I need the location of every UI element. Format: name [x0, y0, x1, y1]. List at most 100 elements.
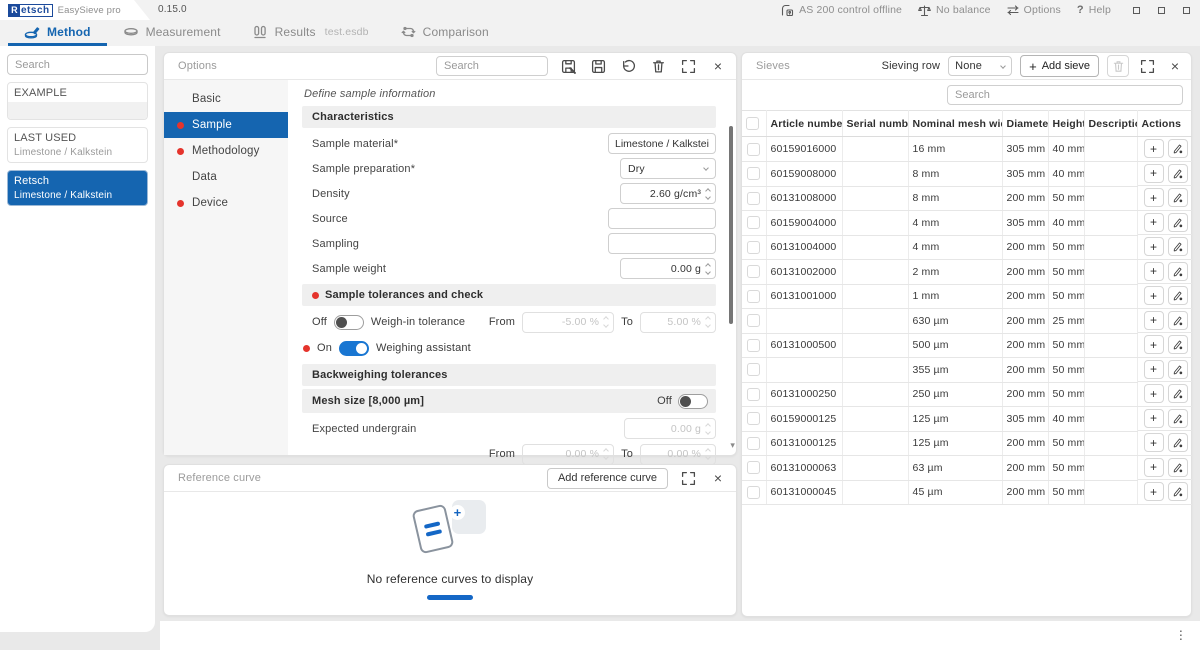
edit-sieve-button[interactable]: [1168, 164, 1188, 183]
options-menu-item-data[interactable]: Data: [164, 164, 288, 190]
row-checkbox[interactable]: [747, 265, 760, 278]
sieves-search-input[interactable]: [947, 85, 1183, 105]
weighing-assistant-toggle[interactable]: [339, 341, 369, 356]
weigh-in-from-stepper[interactable]: -5.00 %: [522, 312, 614, 333]
stepper-arrows-icon[interactable]: [706, 188, 710, 200]
mesh-size-toggle[interactable]: [678, 394, 708, 409]
weigh-in-toggle[interactable]: [334, 315, 364, 330]
delete-button[interactable]: [648, 56, 668, 76]
add-sieve-to-row-button[interactable]: +: [1144, 482, 1164, 501]
add-sieve-to-row-button[interactable]: +: [1144, 458, 1164, 477]
row-checkbox[interactable]: [747, 314, 760, 327]
sidebar-item-retsch[interactable]: Retsch Limestone / Kalkstein: [7, 170, 148, 206]
stepper-arrows-icon[interactable]: [706, 263, 710, 275]
fullscreen-button[interactable]: [678, 56, 698, 76]
edit-sieve-button[interactable]: [1168, 188, 1188, 207]
select-all-checkbox[interactable]: [746, 117, 759, 130]
fullscreen-button[interactable]: [678, 468, 698, 488]
add-sieve-to-row-button[interactable]: +: [1144, 433, 1164, 452]
save-as-button[interactable]: [558, 56, 578, 76]
stepper-arrows-icon[interactable]: [604, 316, 608, 328]
scroll-down-icon[interactable]: ▾: [730, 440, 735, 451]
fullscreen-button[interactable]: [1137, 56, 1157, 76]
row-checkbox[interactable]: [747, 363, 760, 376]
options-menu-item-device[interactable]: Device: [164, 190, 288, 216]
stepper-arrows-icon[interactable]: [604, 448, 608, 460]
weigh-in-to-stepper[interactable]: 5.00 %: [640, 312, 716, 333]
edit-sieve-button[interactable]: [1168, 482, 1188, 501]
tab-comparison[interactable]: Comparison: [385, 20, 505, 46]
scrollbar-thumb[interactable]: [729, 126, 733, 324]
maximize-button[interactable]: [1158, 7, 1165, 14]
add-sieve-to-row-button[interactable]: +: [1144, 286, 1164, 305]
add-reference-curve-button[interactable]: Add reference curve: [547, 468, 668, 489]
edit-sieve-button[interactable]: [1168, 237, 1188, 256]
options-menu-item-methodology[interactable]: Methodology: [164, 138, 288, 164]
edit-sieve-button[interactable]: [1168, 213, 1188, 232]
add-sieve-to-row-button[interactable]: +: [1144, 335, 1164, 354]
stepper-arrows-icon[interactable]: [706, 316, 710, 328]
edit-sieve-button[interactable]: [1168, 335, 1188, 354]
help-button[interactable]: ? Help: [1077, 4, 1111, 16]
add-sieve-to-row-button[interactable]: +: [1144, 384, 1164, 403]
tab-measurement[interactable]: Measurement: [107, 20, 237, 46]
tab-results[interactable]: Results test.esdb: [237, 20, 385, 46]
expected-undergrain-stepper[interactable]: 0.00 g: [624, 418, 716, 439]
row-checkbox[interactable]: [747, 216, 760, 229]
edit-sieve-button[interactable]: [1168, 360, 1188, 379]
close-panel-button[interactable]: ×: [1165, 56, 1185, 76]
edit-sieve-button[interactable]: [1168, 409, 1188, 428]
add-sieve-to-row-button[interactable]: +: [1144, 262, 1164, 281]
add-sieve-to-row-button[interactable]: +: [1144, 139, 1164, 158]
close-panel-button[interactable]: ×: [708, 468, 728, 488]
save-button[interactable]: [588, 56, 608, 76]
edit-sieve-button[interactable]: [1168, 384, 1188, 403]
options-menu-button[interactable]: Options: [1007, 4, 1061, 16]
sampling-input[interactable]: [608, 233, 716, 254]
row-checkbox[interactable]: [747, 388, 760, 401]
add-sieve-to-row-button[interactable]: +: [1144, 237, 1164, 256]
row-checkbox[interactable]: [747, 290, 760, 303]
backweighing-from-stepper[interactable]: 0.00 %: [522, 444, 614, 465]
add-sieve-to-row-button[interactable]: +: [1144, 213, 1164, 232]
options-search-input[interactable]: [436, 56, 548, 76]
add-sieve-to-row-button[interactable]: +: [1144, 360, 1164, 379]
add-sieve-button[interactable]: + Add sieve: [1020, 55, 1099, 77]
edit-sieve-button[interactable]: [1168, 433, 1188, 452]
stepper-arrows-icon[interactable]: [706, 448, 710, 460]
sidebar-group-example[interactable]: EXAMPLE: [7, 82, 148, 120]
source-input[interactable]: [608, 208, 716, 229]
row-checkbox[interactable]: [747, 486, 760, 499]
edit-sieve-button[interactable]: [1168, 262, 1188, 281]
edit-sieve-button[interactable]: [1168, 139, 1188, 158]
add-sieve-to-row-button[interactable]: +: [1144, 311, 1164, 330]
add-sieve-to-row-button[interactable]: +: [1144, 164, 1164, 183]
backweighing-to-stepper[interactable]: 0.00 %: [640, 444, 716, 465]
close-panel-button[interactable]: ×: [708, 56, 728, 76]
delete-sieves-button[interactable]: [1107, 55, 1129, 77]
row-checkbox[interactable]: [747, 167, 760, 180]
add-sieve-to-row-button[interactable]: +: [1144, 188, 1164, 207]
sample-weight-stepper[interactable]: 0.00 g: [620, 258, 716, 279]
sidebar-item-last-used[interactable]: LAST USED Limestone / Kalkstein: [7, 127, 148, 163]
row-checkbox[interactable]: [747, 412, 760, 425]
row-checkbox[interactable]: [747, 241, 760, 254]
edit-sieve-button[interactable]: [1168, 286, 1188, 305]
sample-preparation-select[interactable]: Dry: [620, 158, 716, 179]
row-checkbox[interactable]: [747, 437, 760, 450]
sample-material-input[interactable]: [608, 133, 716, 154]
stepper-arrows-icon[interactable]: [706, 423, 710, 435]
edit-sieve-button[interactable]: [1168, 458, 1188, 477]
close-window-button[interactable]: [1183, 7, 1190, 14]
tab-method[interactable]: Method: [8, 20, 107, 46]
undo-button[interactable]: [618, 56, 638, 76]
options-menu-item-sample[interactable]: Sample: [164, 112, 288, 138]
row-checkbox[interactable]: [747, 461, 760, 474]
row-checkbox[interactable]: [747, 143, 760, 156]
options-menu-item-basic[interactable]: Basic: [164, 86, 288, 112]
edit-sieve-button[interactable]: [1168, 311, 1188, 330]
minimize-button[interactable]: [1133, 7, 1140, 14]
row-checkbox[interactable]: [747, 339, 760, 352]
row-checkbox[interactable]: [747, 192, 760, 205]
sidebar-search-input[interactable]: [7, 54, 148, 75]
